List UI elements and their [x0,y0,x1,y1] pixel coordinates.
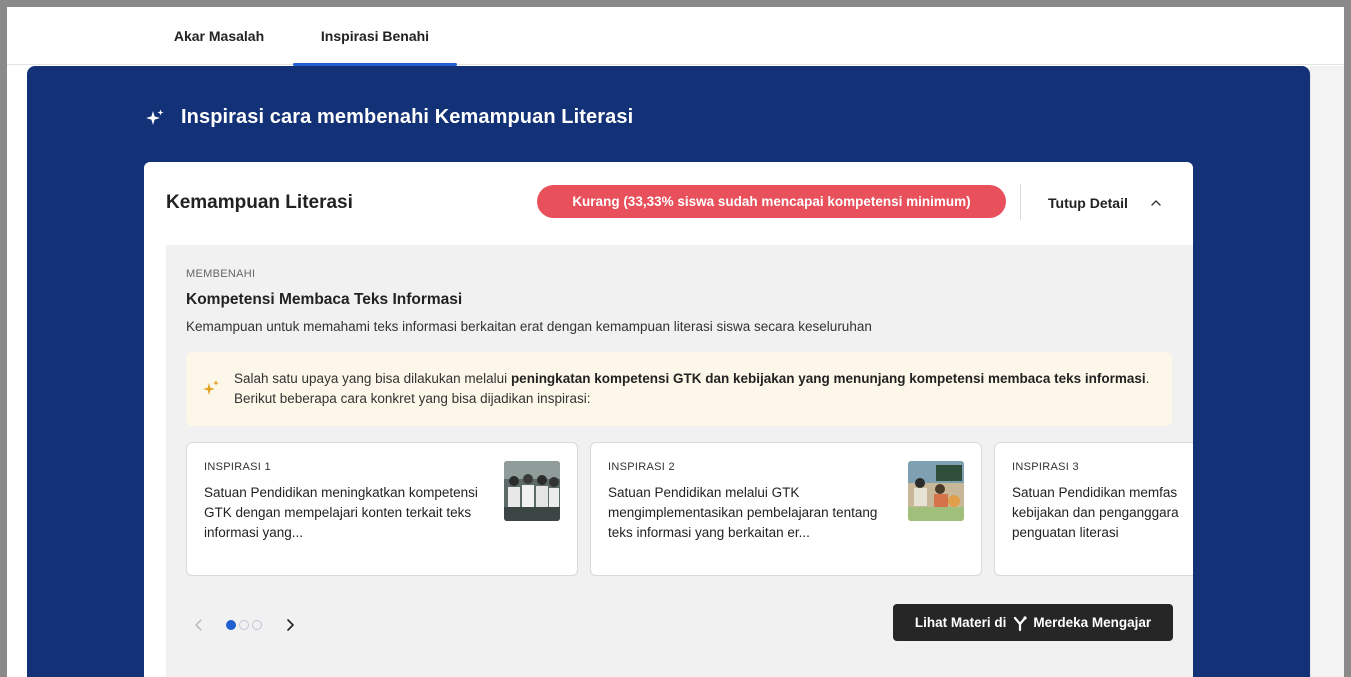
toggle-detail-label: Tutup Detail [1048,195,1128,211]
inspiration-panel: Inspirasi cara membenahi Kemampuan Liter… [27,66,1310,677]
cta-label-brand: Merdeka Mengajar [1033,615,1152,630]
callout-box: Salah satu upaya yang bisa dilakukan mel… [186,352,1172,426]
chevron-up-icon [1151,200,1161,206]
panel-header: Inspirasi cara membenahi Kemampuan Liter… [145,106,633,129]
status-badge: Kurang (33,33% siswa sudah mencapai komp… [537,185,1006,218]
inspiration-label: INSPIRASI 2 [608,461,675,473]
chevron-left-icon[interactable] [192,618,206,632]
pager-dot-2[interactable] [239,620,249,630]
section-overline: MEMBENAHI [186,268,256,280]
pager-dots [226,620,265,630]
inspiration-carousel: INSPIRASI 1 Satuan Pendidikan meningkatk… [186,442,1193,577]
tab-akar-masalah[interactable]: Akar Masalah [145,7,293,65]
carousel-pager [192,617,297,633]
callout-text: Salah satu upaya yang bisa dilakukan mel… [234,369,1154,409]
sparkle-icon [146,109,164,125]
literacy-card: Kemampuan Literasi Kurang (33,33% siswa … [144,162,1193,677]
callout-text-bold: peningkatan kompetensi GTK dan kebijakan… [510,371,1146,386]
view-material-button[interactable]: Lihat Materi di Merdeka Mengajar [893,604,1173,641]
page: Akar Masalah Inspirasi Benahi Inspirasi … [0,0,1351,677]
tab-inspirasi-benahi[interactable]: Inspirasi Benahi [293,7,457,66]
section-description: Kemampuan untuk memahami teks informasi … [186,319,872,334]
inspiration-label: INSPIRASI 1 [204,461,271,473]
cta-label-pre: Lihat Materi di [914,615,1007,630]
divider [1020,184,1021,220]
panel-title: Inspirasi cara membenahi Kemampuan Liter… [181,106,634,128]
inspiration-text: Satuan Pendidikan meningkatkan kompetens… [204,485,478,540]
section-title: Kompetensi Membaca Teks Informasi [186,291,463,308]
inspiration-thumbnail [504,461,560,521]
inspiration-card-3[interactable]: INSPIRASI 3 Satuan Pendidikan memfas keb… [994,442,1193,576]
tab-bar: Akar Masalah Inspirasi Benahi [7,7,1344,66]
card-header: Kemampuan Literasi Kurang (33,33% siswa … [144,162,1193,245]
toggle-detail-button[interactable]: Tutup Detail [1048,192,1162,214]
inspiration-card-2[interactable]: INSPIRASI 2 Satuan Pendidikan melalui GT… [590,442,982,576]
chevron-right-icon[interactable] [283,618,297,632]
inspiration-text: Satuan Pendidikan memfas kebijakan dan p… [1012,485,1179,540]
callout-text-pre: Salah satu upaya yang bisa dilakukan mel… [234,371,511,386]
tab-label: Inspirasi Benahi [320,28,430,44]
inspiration-label: INSPIRASI 3 [1012,461,1079,473]
card-body: MEMBENAHI Kompetensi Membaca Teks Inform… [166,245,1193,677]
merdeka-mengajar-logo-icon [1014,615,1027,631]
inspiration-thumbnail [908,461,964,521]
card-title: Kemampuan Literasi [166,192,353,213]
inspiration-text: Satuan Pendidikan melalui GTK mengimplem… [608,485,878,540]
pager-dot-1[interactable] [226,620,236,630]
sparkle-icon [203,380,219,395]
inspiration-card-1[interactable]: INSPIRASI 1 Satuan Pendidikan meningkatk… [186,442,578,576]
pager-dot-3[interactable] [252,620,262,630]
tab-label: Akar Masalah [173,28,265,44]
scrollbar-track[interactable] [1310,66,1344,677]
